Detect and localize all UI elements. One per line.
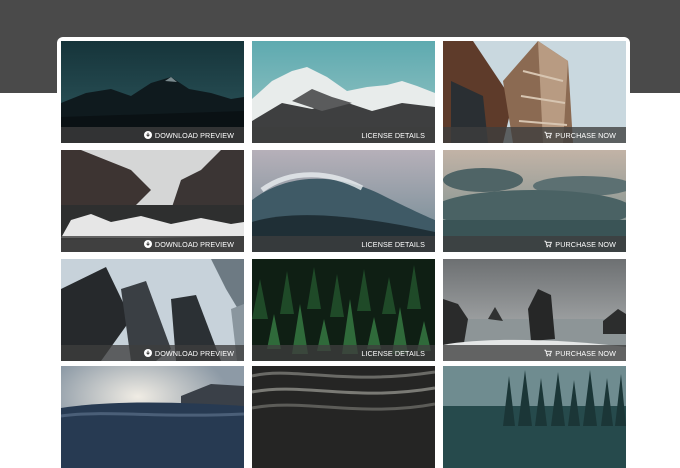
action-label: DOWNLOAD PREVIEW	[154, 239, 234, 249]
gallery-tile-forest[interactable]: LICENSE DETAILS	[252, 259, 435, 361]
purchase-now-button[interactable]: PURCHASE NOW	[443, 127, 626, 143]
dark-water-image	[252, 366, 435, 468]
download-circle-icon	[143, 240, 152, 248]
gallery-tile-valley-snow[interactable]: DOWNLOAD PREVIEW	[61, 150, 244, 252]
action-label: PURCHASE NOW	[555, 130, 616, 140]
cart-icon	[544, 131, 553, 139]
license-details-button[interactable]: LICENSE DETAILS	[252, 345, 435, 361]
gallery-tile-wave[interactable]: LICENSE DETAILS	[252, 150, 435, 252]
sea-sunset-image	[61, 366, 244, 468]
action-label: PURCHASE NOW	[555, 239, 616, 249]
gallery-tile-mountain-night[interactable]: DOWNLOAD PREVIEW	[61, 41, 244, 143]
purchase-now-button[interactable]: PURCHASE NOW	[443, 345, 626, 361]
download-preview-button[interactable]: DOWNLOAD PREVIEW	[61, 345, 244, 361]
gallery-tile-building[interactable]: PURCHASE NOW	[443, 41, 626, 143]
download-preview-button[interactable]: DOWNLOAD PREVIEW	[61, 236, 244, 252]
action-label: PURCHASE NOW	[555, 348, 616, 358]
gallery-tile-clouds[interactable]: PURCHASE NOW	[443, 150, 626, 252]
cart-icon	[544, 349, 553, 357]
gallery-tile-rocky-coast[interactable]: PURCHASE NOW	[443, 259, 626, 361]
lake-forest-image	[443, 366, 626, 468]
action-label: DOWNLOAD PREVIEW	[154, 348, 234, 358]
action-label: LICENSE DETAILS	[361, 130, 425, 140]
action-label: DOWNLOAD PREVIEW	[154, 130, 234, 140]
license-details-button[interactable]: LICENSE DETAILS	[252, 236, 435, 252]
gallery-tile-snowy-peaks[interactable]: LICENSE DETAILS	[252, 41, 435, 143]
gallery-tile-sea-sunset[interactable]	[61, 366, 244, 468]
download-preview-button[interactable]: DOWNLOAD PREVIEW	[61, 127, 244, 143]
license-details-button[interactable]: LICENSE DETAILS	[252, 127, 435, 143]
cart-icon	[544, 240, 553, 248]
download-circle-icon	[143, 349, 152, 357]
gallery-card: DOWNLOAD PREVIEW LICENSE DETAILS PURCHAS…	[57, 37, 630, 468]
purchase-now-button[interactable]: PURCHASE NOW	[443, 236, 626, 252]
gallery-tile-dark-water[interactable]	[252, 366, 435, 468]
gallery-tile-lake-forest[interactable]	[443, 366, 626, 468]
gallery-tile-skyscrapers[interactable]: DOWNLOAD PREVIEW	[61, 259, 244, 361]
action-label: LICENSE DETAILS	[361, 348, 425, 358]
action-label: LICENSE DETAILS	[361, 239, 425, 249]
download-circle-icon	[143, 131, 152, 139]
